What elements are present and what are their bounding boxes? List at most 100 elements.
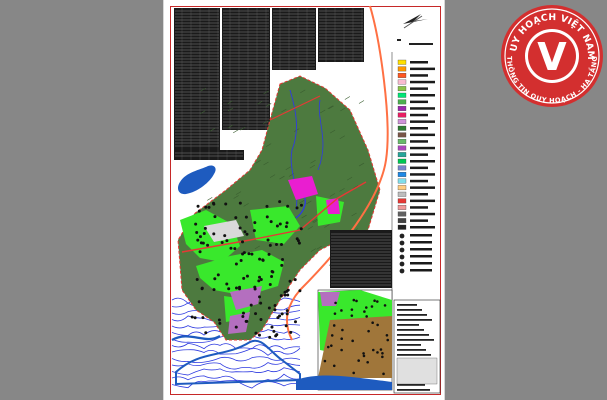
building-dot — [273, 304, 277, 308]
building-dot — [269, 220, 273, 224]
legend-swatch — [397, 112, 407, 118]
legend-swatch — [397, 218, 407, 224]
building-dot — [297, 241, 301, 245]
building-dot — [234, 262, 238, 266]
inset-building-dot — [383, 304, 387, 307]
title-block — [393, 299, 441, 394]
title-block-line — [397, 384, 425, 386]
legend-text-line — [410, 80, 435, 84]
inset-building-dot — [330, 334, 334, 337]
building-dot — [198, 250, 202, 254]
building-dot — [212, 232, 216, 236]
building-dot — [253, 285, 257, 289]
building-dot — [267, 252, 271, 256]
quy-hoach-viet-nam-logo: V QUY HOẠCH VIỆT NAM THÔNG TIN QUY HOẠCH… — [499, 4, 603, 107]
legend-text-line — [410, 113, 428, 117]
legend-text-line — [410, 173, 435, 176]
legend-swatch — [397, 185, 407, 191]
legend-swatch — [397, 198, 407, 204]
building-dot — [268, 335, 272, 339]
building-dot — [225, 239, 229, 243]
building-dot — [194, 222, 198, 226]
building-dot — [196, 238, 200, 242]
building-dot — [234, 216, 238, 220]
inset-building-dot — [366, 360, 369, 364]
inset-building-dot — [363, 310, 366, 313]
building-dot — [276, 316, 280, 320]
legend-text-line — [410, 269, 432, 272]
building-dot — [190, 315, 194, 319]
building-dot — [254, 312, 258, 316]
building-dot — [293, 320, 297, 324]
legend-swatch — [397, 139, 407, 144]
building-dot — [204, 205, 208, 209]
legend-swatch — [397, 152, 407, 158]
building-dot — [295, 206, 299, 210]
north-arrow-icon — [403, 14, 428, 29]
legend-text-line — [410, 107, 435, 110]
inset-building-dot — [332, 364, 336, 368]
building-dot — [265, 215, 269, 219]
inset-building-dot — [381, 351, 384, 355]
inset-building-dot — [382, 372, 385, 376]
building-dot — [241, 311, 245, 315]
building-dot — [274, 243, 278, 247]
legend-text-line — [410, 255, 432, 258]
legend-text-line — [410, 74, 428, 77]
legend-swatch — [397, 99, 407, 105]
building-dot — [284, 225, 288, 229]
title-block-line — [397, 314, 427, 316]
legend-swatch — [397, 211, 407, 217]
inset-building-dot — [367, 329, 370, 333]
legend-text-line — [410, 100, 428, 104]
building-dot — [244, 215, 248, 219]
data-table — [272, 8, 316, 70]
building-dot — [239, 259, 243, 263]
title-block-line — [397, 354, 431, 356]
building-dot — [286, 293, 290, 297]
legend-symbol — [399, 261, 405, 267]
legend-text-line — [410, 140, 428, 143]
inset-building-dot — [376, 323, 379, 327]
legend-swatch — [397, 92, 407, 98]
building-dot — [265, 204, 269, 208]
building-dot — [299, 203, 303, 207]
inset-building-dot — [323, 359, 327, 363]
building-dot — [197, 209, 201, 213]
building-dot — [284, 324, 288, 328]
building-dot — [267, 306, 271, 310]
building-dot — [253, 221, 257, 225]
legend-swatch — [397, 59, 407, 65]
legend-swatch — [397, 132, 407, 138]
legend-text-line — [410, 241, 432, 244]
building-dot — [195, 277, 199, 281]
legend-text-line — [410, 166, 428, 170]
legend-swatch — [397, 106, 407, 111]
building-dot — [286, 204, 290, 208]
legend-text-line — [410, 193, 428, 196]
inset-building-dot — [357, 359, 360, 362]
building-dot — [242, 276, 246, 280]
building-dot — [238, 201, 242, 205]
building-dot — [220, 240, 224, 244]
forest-hatch — [207, 197, 213, 201]
building-dot — [271, 270, 275, 274]
legend-text-line — [410, 120, 435, 123]
legend-text-line — [410, 67, 435, 71]
building-dot — [247, 252, 251, 256]
title-block-line — [397, 324, 419, 326]
title-block-line — [397, 349, 426, 351]
building-dot — [254, 331, 258, 335]
building-dot — [278, 200, 282, 204]
building-dot — [225, 282, 229, 286]
building-dot — [202, 232, 206, 236]
building-dot — [212, 201, 216, 205]
inset-building-dot — [333, 312, 337, 315]
inset-building-dot — [364, 306, 368, 309]
building-dot — [299, 227, 303, 231]
legend-text-line — [410, 61, 428, 64]
inset-building-dot — [352, 298, 356, 302]
building-dot — [252, 229, 256, 233]
building-dot — [283, 293, 287, 297]
inset-building-dot — [365, 315, 368, 318]
